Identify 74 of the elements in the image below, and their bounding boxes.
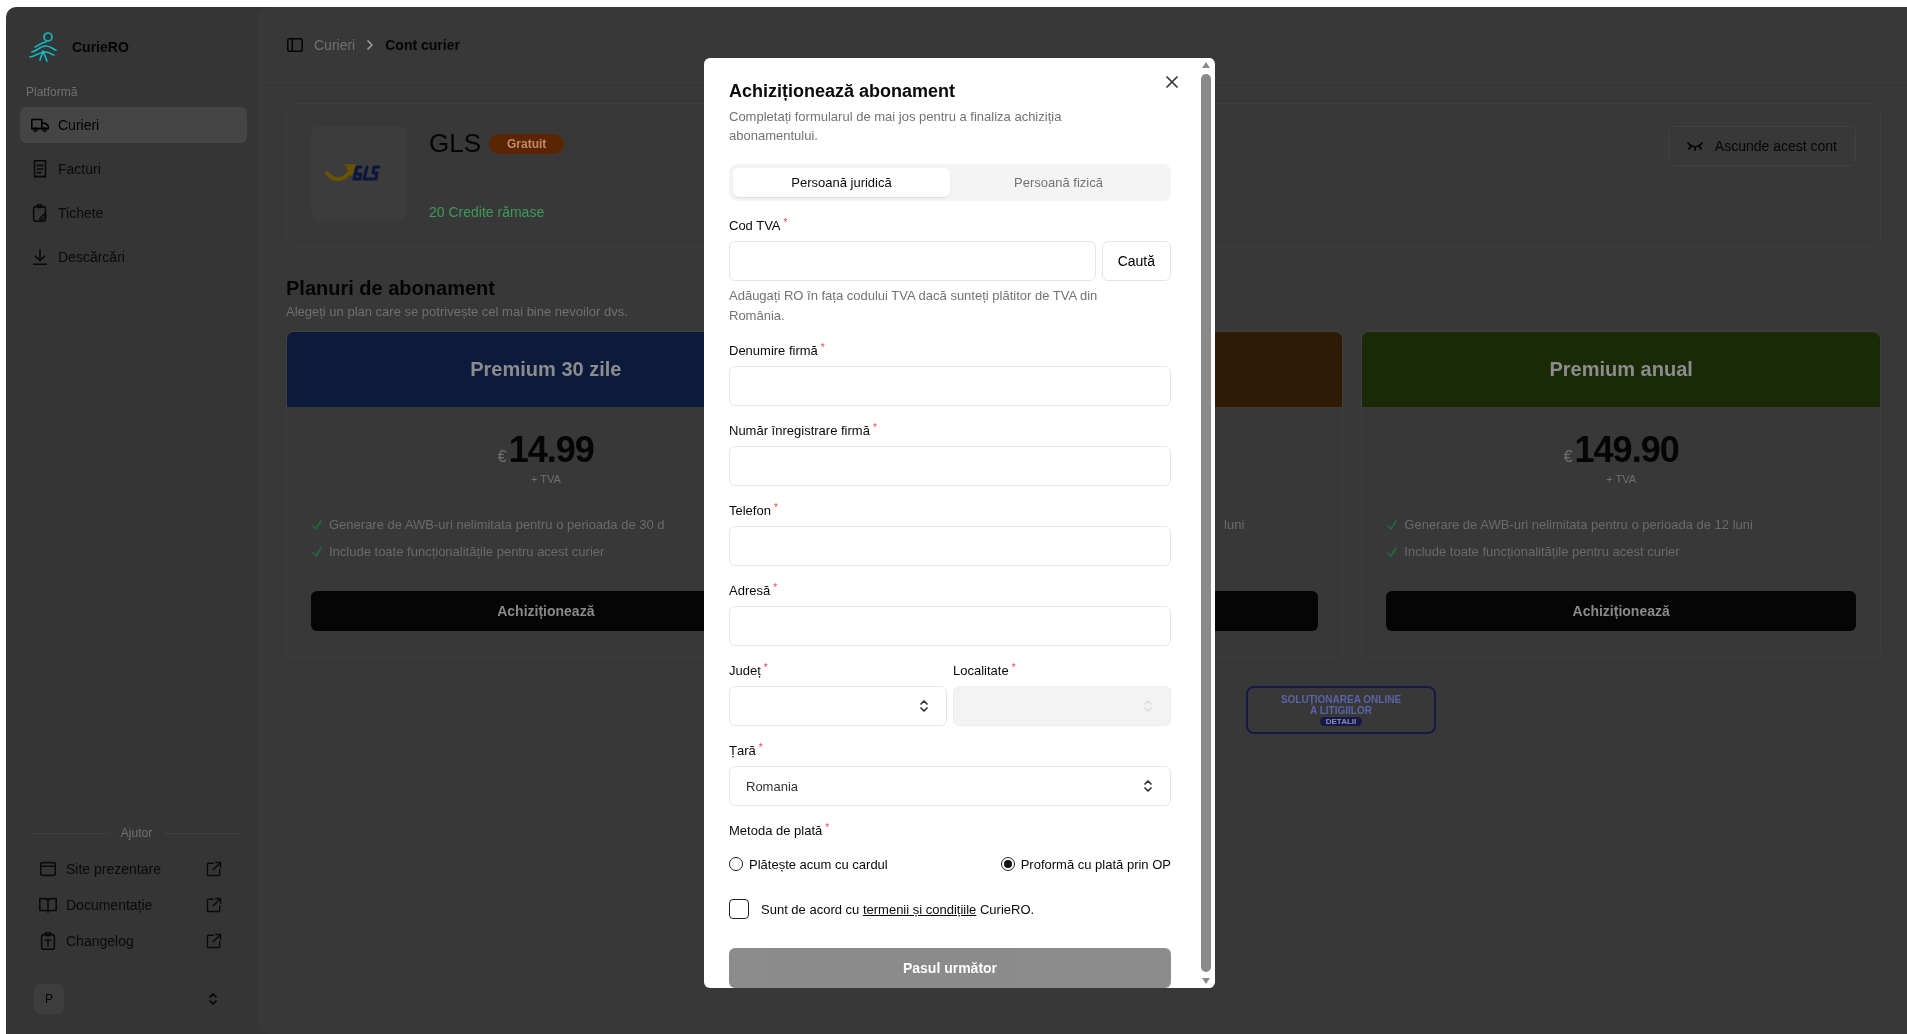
select-field[interactable]: Romania — [729, 766, 1171, 806]
chevron-up-down-icon — [207, 991, 219, 1007]
checkbox[interactable] — [729, 899, 749, 919]
required-mark: * — [758, 742, 763, 755]
dispute-resolution-badge[interactable]: SOLUȚIONAREA ONLINE A LITIGIILOR DETALII — [1246, 686, 1436, 734]
currency-symbol: € — [497, 448, 507, 466]
external-link-icon — [205, 932, 223, 950]
radio-label: Plătește acum cu cardul — [749, 856, 888, 872]
chevron-right-icon — [365, 38, 376, 51]
text-input[interactable] — [729, 241, 1096, 281]
required-mark: * — [773, 502, 778, 515]
field-label: Localitate — [953, 662, 1009, 680]
dialog-subtitle: Completați formularul de mai jos pentru a finaliza achiziția abonamentului. — [729, 108, 1063, 145]
check-icon — [311, 545, 323, 558]
required-mark: * — [763, 662, 768, 675]
tax-note: + TVA — [530, 473, 561, 485]
user-avatar: P — [34, 984, 64, 1014]
window-icon — [38, 859, 58, 879]
scrollbar[interactable] — [1199, 58, 1213, 988]
chevron-up-down-icon — [1142, 778, 1154, 794]
nav-item[interactable]: Curieri — [20, 107, 247, 143]
text-input[interactable] — [729, 526, 1171, 566]
required-mark: * — [872, 422, 877, 435]
required-mark: * — [820, 342, 825, 355]
book-icon — [38, 895, 58, 915]
field-label: Țară — [729, 742, 756, 760]
field-label: Județ — [729, 662, 761, 680]
scroll-up-arrow-icon[interactable] — [1202, 62, 1210, 68]
breadcrumb-item[interactable]: Curieri — [314, 36, 356, 53]
external-link-icon — [205, 860, 223, 878]
field-label: Denumire firmă — [729, 342, 818, 360]
credits-text: 20 Credite rămase — [429, 204, 545, 220]
terms-link[interactable]: termenii și condițiile — [862, 901, 977, 917]
clipboard-icon — [30, 203, 50, 223]
field-label: Metoda de plată — [729, 822, 823, 840]
tab[interactable]: Persoană fizică — [950, 168, 1167, 197]
check-icon — [1386, 518, 1399, 531]
eye-closed-icon — [1686, 140, 1703, 152]
text-input[interactable] — [729, 606, 1171, 646]
status-badge: Gratuit — [489, 133, 565, 154]
required-mark: * — [783, 217, 788, 230]
select-field[interactable] — [729, 686, 947, 726]
search-button[interactable]: Caută — [1101, 241, 1171, 281]
tab[interactable]: Persoană juridică — [733, 168, 950, 197]
required-mark: * — [825, 822, 830, 835]
close-icon — [1166, 76, 1178, 88]
download-icon — [30, 247, 50, 267]
plan-title: Premium anual — [1549, 358, 1693, 381]
field-label: Telefon — [729, 502, 771, 520]
purchase-button[interactable]: Achiziționează — [1386, 591, 1856, 631]
tax-note: + TVA — [1606, 473, 1637, 485]
check-icon — [311, 518, 323, 531]
section-label: Ajutor — [120, 826, 153, 840]
scroll-down-arrow-icon[interactable] — [1202, 978, 1210, 984]
dialog-title: Achiziționează abonament — [729, 80, 957, 102]
radio-label: Proformă cu plată prin OP — [1020, 856, 1171, 872]
currency-symbol: € — [1563, 448, 1573, 466]
field-label: Cod TVA — [729, 217, 781, 235]
clipboard-icon — [38, 931, 58, 951]
plan-title: Premium 30 zile — [470, 358, 622, 381]
external-link-icon — [205, 896, 223, 914]
agreement-text: Sunt de acord cu termenii și condițiile CurieRO. — [761, 901, 1035, 917]
sidebar-toggle-icon[interactable] — [286, 35, 304, 54]
field-label: Număr înregistrare firmă — [729, 422, 870, 440]
details-button[interactable]: DETALII — [1319, 717, 1363, 726]
text-input[interactable] — [729, 446, 1171, 486]
field-hint: Adăugați RO în fața codului TVA dacă sunteți plătitor de TVA din România. — [729, 287, 1099, 325]
check-icon — [1386, 545, 1399, 558]
required-mark: * — [1011, 662, 1016, 675]
section-label: Platformă — [26, 85, 78, 99]
logo-icon — [26, 30, 60, 64]
text-input[interactable] — [729, 366, 1171, 406]
chevron-up-down-icon — [918, 698, 930, 714]
badge-title: SOLUȚIONAREA ONLINE A LITIGIILOR — [1280, 694, 1402, 716]
